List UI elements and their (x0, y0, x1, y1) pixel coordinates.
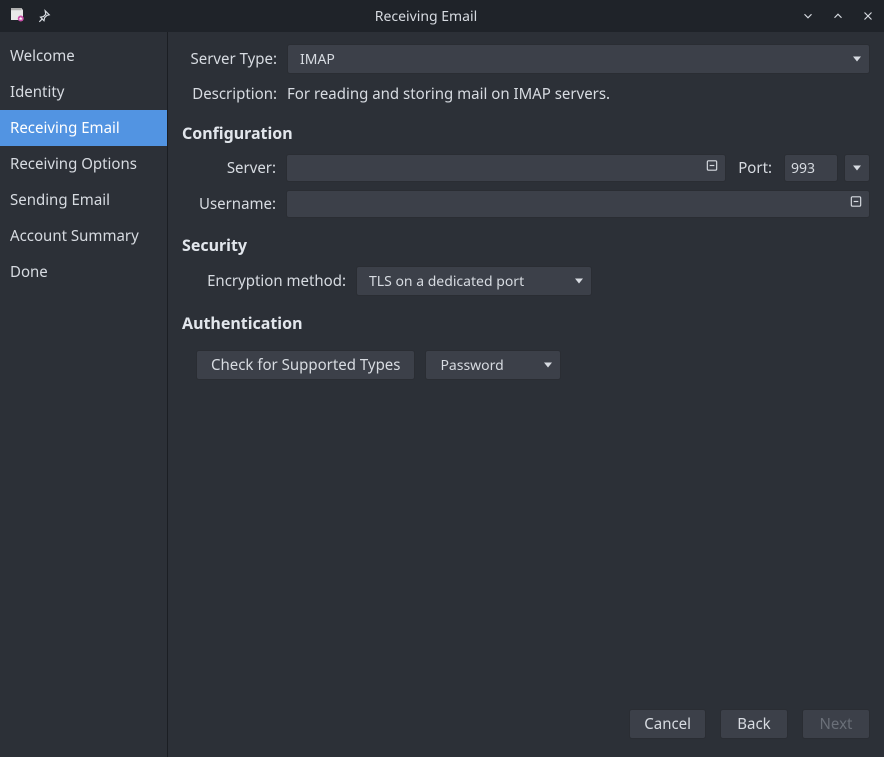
wizard-steps-sidebar: Welcome Identity Receiving Email Receivi… (0, 32, 168, 757)
check-supported-types-button[interactable]: Check for Supported Types (196, 350, 415, 380)
server-type-label: Server Type: (182, 49, 277, 69)
sidebar-item-receiving-options[interactable]: Receiving Options (0, 146, 167, 182)
configuration-heading: Configuration (182, 122, 870, 144)
encryption-label: Encryption method: (196, 271, 346, 291)
auth-method-select[interactable]: Password (425, 350, 561, 380)
titlebar: Receiving Email (0, 0, 884, 32)
server-input-field[interactable] (295, 155, 697, 181)
minimize-button[interactable] (800, 8, 816, 24)
server-input[interactable] (286, 154, 726, 182)
username-label: Username: (196, 194, 276, 214)
chevron-down-icon (853, 57, 861, 62)
username-input-field[interactable] (295, 191, 841, 217)
chevron-down-icon (544, 363, 552, 368)
window-title: Receiving Email (52, 7, 800, 26)
cancel-button[interactable]: Cancel (629, 709, 706, 739)
close-button[interactable] (860, 8, 876, 24)
description-text: For reading and storing mail on IMAP ser… (287, 84, 610, 104)
port-label: Port: (736, 158, 774, 178)
chevron-down-icon (853, 166, 861, 171)
encryption-select[interactable]: TLS on a dedicated port (356, 266, 592, 296)
next-button: Next (802, 709, 870, 739)
sidebar-item-sending-email[interactable]: Sending Email (0, 182, 167, 218)
server-label: Server: (196, 158, 276, 178)
pin-icon[interactable] (36, 8, 52, 24)
app-icon (8, 5, 26, 28)
lookup-icon[interactable] (705, 159, 719, 178)
back-button[interactable]: Back (720, 709, 788, 739)
sidebar-item-account-summary[interactable]: Account Summary (0, 218, 167, 254)
port-dropdown-button[interactable] (844, 154, 870, 182)
lookup-icon[interactable] (849, 195, 863, 214)
sidebar-item-receiving-email[interactable]: Receiving Email (0, 110, 167, 146)
server-type-value: IMAP (300, 50, 335, 69)
authentication-heading: Authentication (182, 312, 870, 334)
description-label: Description: (182, 84, 277, 104)
sidebar-item-welcome[interactable]: Welcome (0, 38, 167, 74)
wizard-footer: Cancel Back Next (182, 709, 870, 745)
encryption-value: TLS on a dedicated port (369, 272, 524, 291)
maximize-button[interactable] (830, 8, 846, 24)
chevron-down-icon (575, 279, 583, 284)
main-panel: Server Type: IMAP Description: For readi… (168, 32, 884, 757)
sidebar-item-done[interactable]: Done (0, 254, 167, 290)
sidebar-item-identity[interactable]: Identity (0, 74, 167, 110)
port-input[interactable]: 993 (784, 154, 838, 182)
port-value: 993 (791, 159, 815, 178)
username-input[interactable] (286, 190, 870, 218)
auth-method-value: Password (440, 356, 503, 375)
server-type-select[interactable]: IMAP (287, 44, 870, 74)
security-heading: Security (182, 234, 870, 256)
